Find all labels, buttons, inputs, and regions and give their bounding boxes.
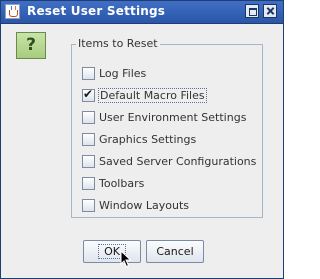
log-files-label: Log Files <box>99 66 147 80</box>
window-layouts-label: Window Layouts <box>99 198 189 212</box>
graphics-settings-option[interactable]: Graphics Settings <box>82 131 196 147</box>
reset-user-settings-dialog: Reset User Settings ? Items to Reset Log… <box>0 0 284 279</box>
toolbars-label: Toolbars <box>99 176 145 190</box>
log-files-checkbox[interactable] <box>82 66 95 80</box>
default-macro-files-option[interactable]: ✔ Default Macro Files <box>82 87 207 103</box>
toolbars-option[interactable]: Toolbars <box>82 175 144 191</box>
log-files-option[interactable]: Log Files <box>82 65 146 81</box>
window-title: Reset User Settings <box>27 4 166 18</box>
default-macro-files-checkbox[interactable]: ✔ <box>82 86 95 102</box>
cancel-button[interactable]: Cancel <box>146 240 204 263</box>
user-environment-settings-label: User Environment Settings <box>99 110 247 124</box>
ok-button[interactable]: OK <box>83 240 141 263</box>
toolbars-checkbox[interactable] <box>82 176 95 190</box>
graphics-settings-label: Graphics Settings <box>99 132 197 146</box>
close-icon[interactable] <box>263 4 277 18</box>
window-layouts-option[interactable]: Window Layouts <box>82 197 189 213</box>
title-bar[interactable]: Reset User Settings <box>1 1 283 24</box>
saved-server-configurations-option[interactable]: Saved Server Configurations <box>82 153 256 169</box>
saved-server-configurations-label: Saved Server Configurations <box>99 154 257 168</box>
checkmark-icon: ✔ <box>83 86 94 101</box>
window-layouts-checkbox[interactable] <box>82 198 95 212</box>
default-macro-files-label: Default Macro Files <box>98 87 207 103</box>
java-coffee-icon[interactable] <box>5 4 20 19</box>
question-glyph: ? <box>26 35 36 55</box>
graphics-settings-checkbox[interactable] <box>82 132 95 146</box>
maximize-icon[interactable] <box>245 4 259 18</box>
user-environment-settings-option[interactable]: User Environment Settings <box>82 109 246 125</box>
group-title: Items to Reset <box>76 37 160 50</box>
saved-server-configurations-checkbox[interactable] <box>82 154 95 168</box>
mouse-pointer-icon <box>120 250 132 268</box>
question-icon: ? <box>16 32 46 59</box>
user-environment-settings-checkbox[interactable] <box>82 110 95 124</box>
